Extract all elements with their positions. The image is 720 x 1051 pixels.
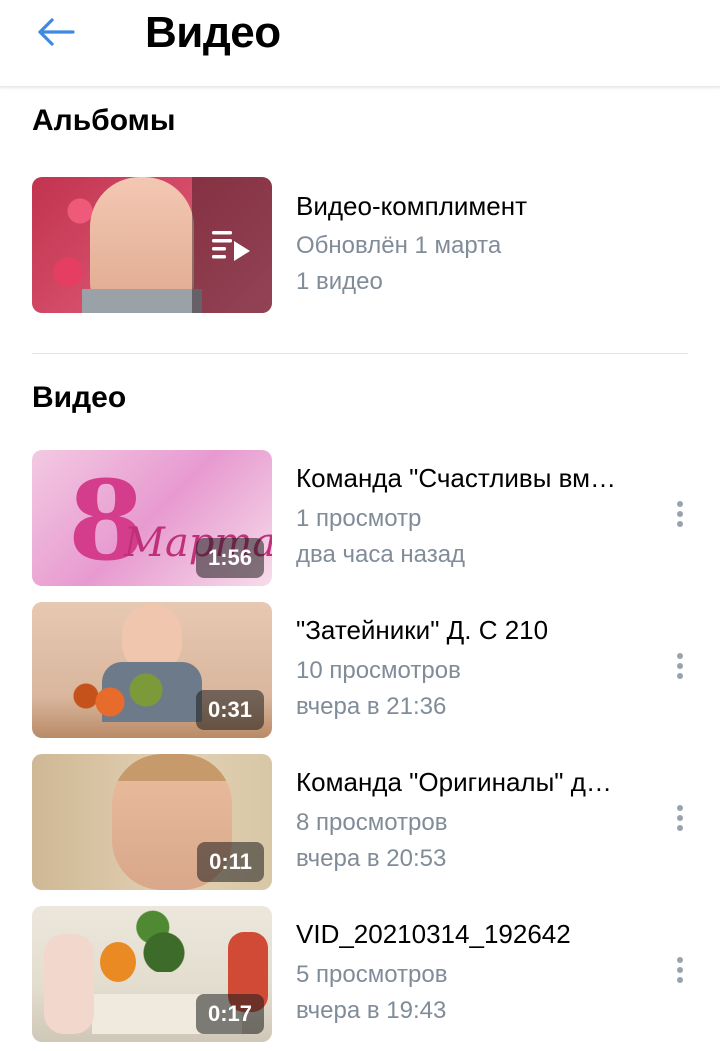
section-divider [32, 353, 688, 354]
video-views: 5 просмотров [296, 961, 448, 988]
more-options-button[interactable] [664, 644, 696, 688]
video-date: два часа назад [296, 541, 466, 568]
more-vertical-icon [677, 805, 683, 831]
video-date: вчера в 19:43 [296, 997, 447, 1024]
video-duration: 1:56 [195, 538, 264, 578]
thumbnail-image-plant [136, 908, 192, 972]
app-header: Видео [0, 0, 720, 87]
video-thumbnail[interactable]: 0:17 [32, 906, 272, 1042]
video-views: 8 просмотров [296, 809, 448, 836]
album-thumbnail-shirt [82, 289, 202, 313]
thumbnail-image-flowers [62, 672, 182, 732]
playlist-play-icon [212, 231, 250, 261]
more-options-button[interactable] [664, 492, 696, 536]
video-views: 10 просмотров [296, 657, 461, 684]
album-count: 1 видео [296, 268, 383, 295]
video-title: Команда "Оригиналы" д… [296, 767, 612, 797]
video-thumbnail[interactable]: 8 Марта 1:56 [32, 450, 272, 586]
video-title: Команда "Счастливы вм… [296, 463, 617, 493]
more-vertical-icon [677, 653, 683, 679]
videos-section-title: Видео [32, 381, 127, 414]
albums-section-title: Альбомы [32, 104, 176, 137]
video-date: вчера в 21:36 [296, 693, 447, 720]
video-duration: 0:31 [195, 690, 264, 730]
video-duration: 0:17 [195, 994, 264, 1034]
video-date: вчера в 20:53 [296, 845, 447, 872]
video-thumbnail[interactable]: 0:11 [32, 754, 272, 890]
album-overlay [192, 177, 272, 313]
thumbnail-image-balloon [100, 942, 136, 982]
video-title: "Затейники" Д. С 210 [296, 615, 549, 645]
more-vertical-icon [677, 957, 683, 983]
video-title: VID_20210314_192642 [296, 919, 571, 949]
video-duration: 0:11 [197, 842, 264, 882]
page-title: Видео [145, 8, 281, 57]
thumbnail-image [44, 934, 94, 1034]
video-thumbnail[interactable]: 0:31 [32, 602, 272, 738]
album-title: Видео-комплимент [296, 191, 527, 221]
more-options-button[interactable] [664, 796, 696, 840]
more-options-button[interactable] [664, 948, 696, 992]
arrow-left-icon [38, 18, 75, 46]
back-button[interactable] [30, 10, 82, 54]
more-vertical-icon [677, 501, 683, 527]
video-views: 1 просмотр [296, 505, 422, 532]
album-updated: Обновлён 1 марта [296, 232, 502, 259]
album-thumbnail[interactable] [32, 177, 272, 313]
